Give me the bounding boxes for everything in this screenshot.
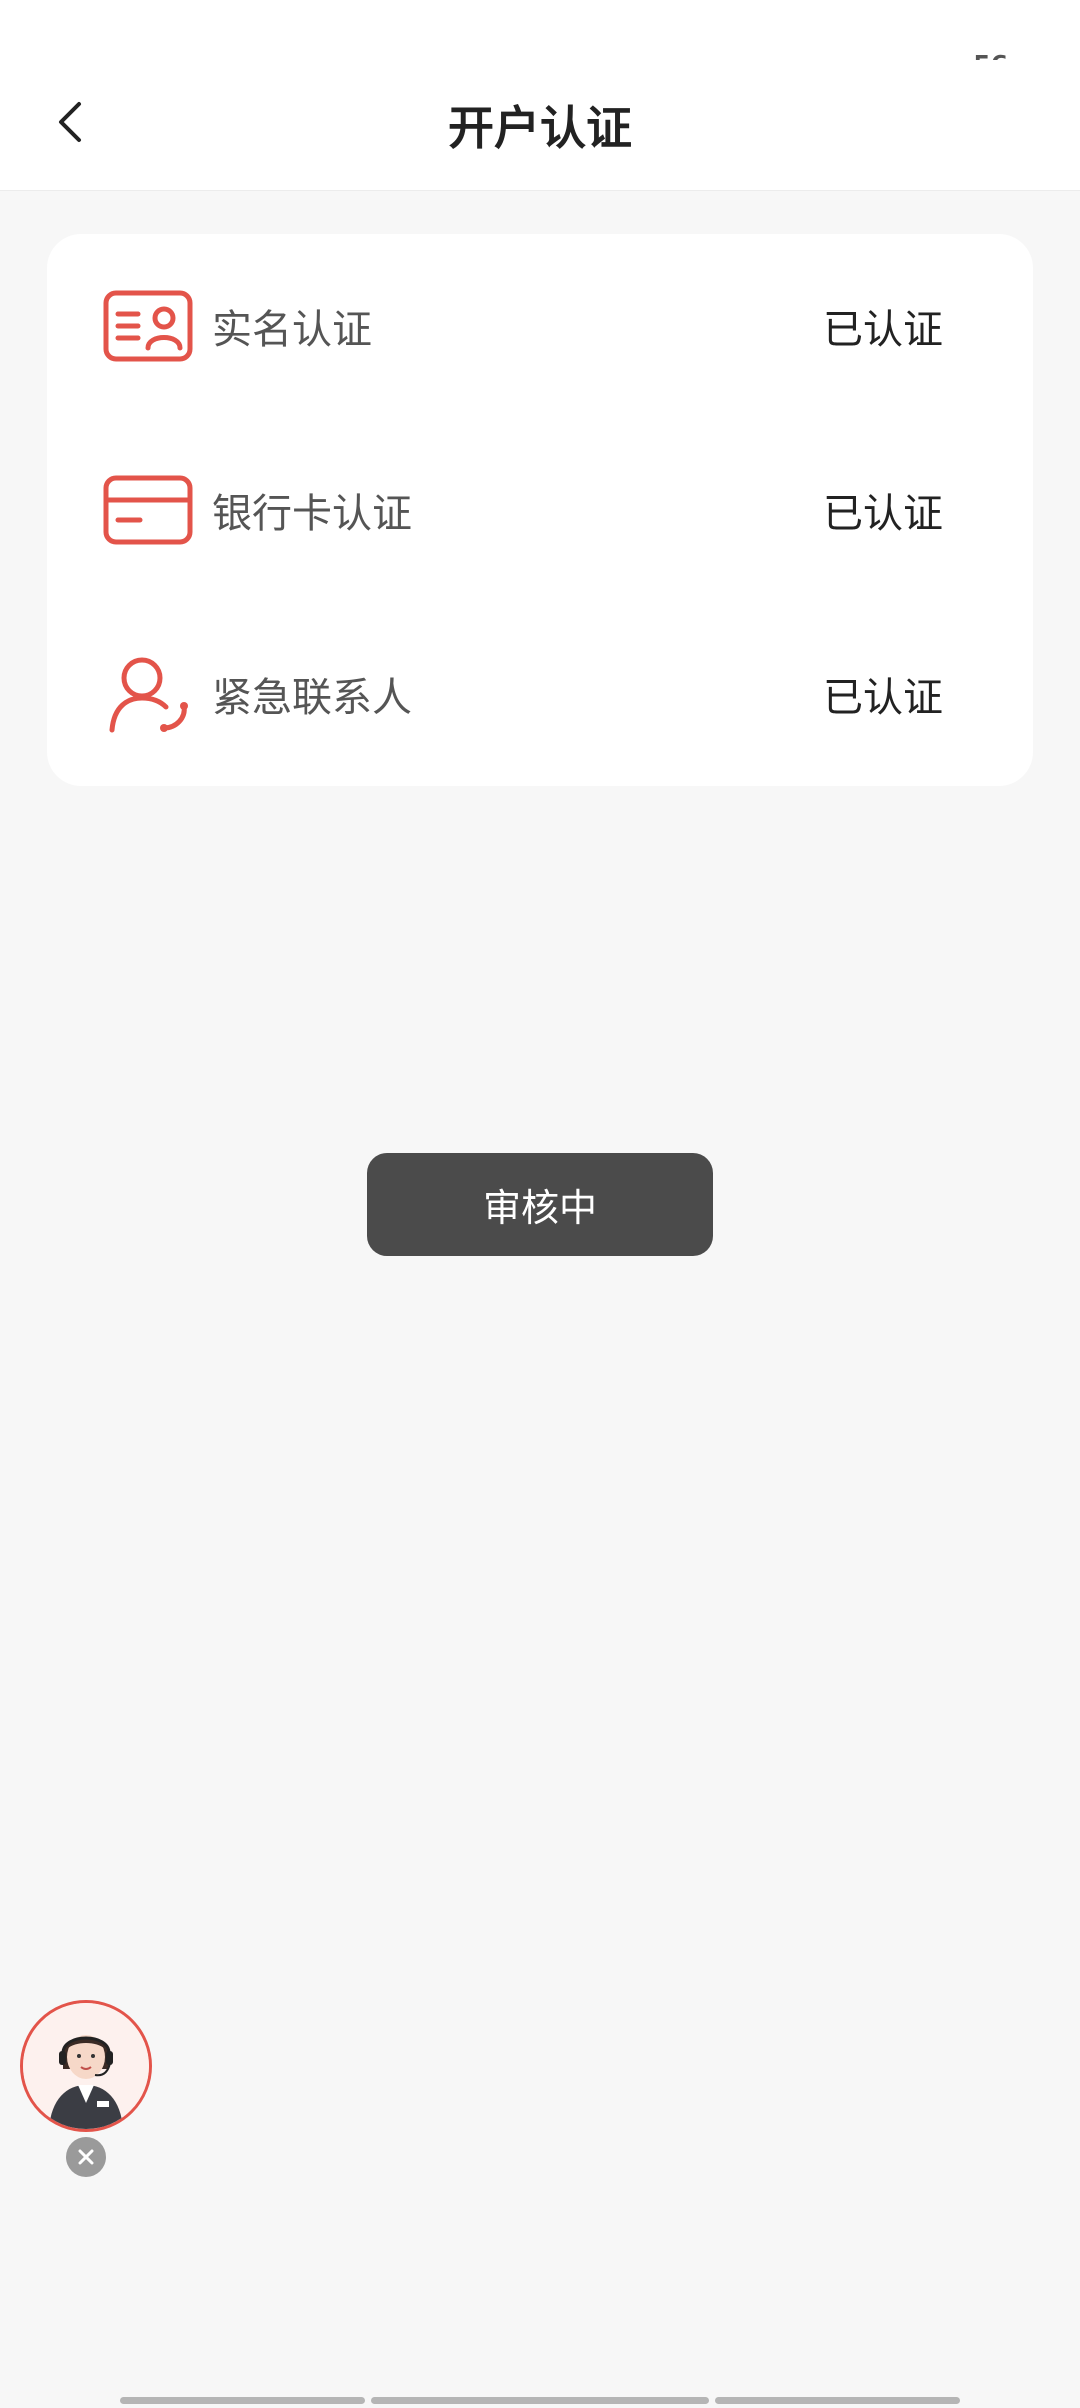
back-button[interactable] <box>45 92 95 152</box>
nav-indicator <box>120 2397 365 2404</box>
verification-label: 紧急联系人 <box>212 675 412 721</box>
page-title: 开户认证 <box>448 101 632 155</box>
verification-label: 实名认证 <box>212 307 372 353</box>
review-status-button[interactable]: 审核中 <box>367 1153 713 1256</box>
customer-service-avatar-icon <box>23 2003 149 2129</box>
close-icon <box>78 2149 94 2165</box>
verification-status: 已认证 <box>823 307 943 353</box>
contact-phone-icon <box>109 657 188 733</box>
chevron-left-icon <box>59 102 81 142</box>
close-customer-service-button[interactable] <box>66 2137 106 2177</box>
verification-row-bankcard[interactable]: 银行卡认证 已认证 <box>47 418 1033 602</box>
verification-card: 实名认证 已认证 银行卡认证 已认证 紧急联系人 已认证 <box>47 234 1033 786</box>
customer-service-button[interactable] <box>20 2000 152 2132</box>
verification-status: 已认证 <box>823 675 943 721</box>
verification-row-realname[interactable]: 实名认证 已认证 <box>47 234 1033 418</box>
id-card-icon <box>103 290 193 362</box>
verification-status: 已认证 <box>823 491 943 537</box>
nav-indicator <box>371 2397 709 2404</box>
header: 开户认证 <box>0 60 1080 191</box>
verification-row-emergency-contact[interactable]: 紧急联系人 已认证 <box>47 602 1033 786</box>
nav-indicator <box>715 2397 960 2404</box>
verification-label: 银行卡认证 <box>212 491 412 537</box>
bank-card-icon <box>103 475 193 545</box>
